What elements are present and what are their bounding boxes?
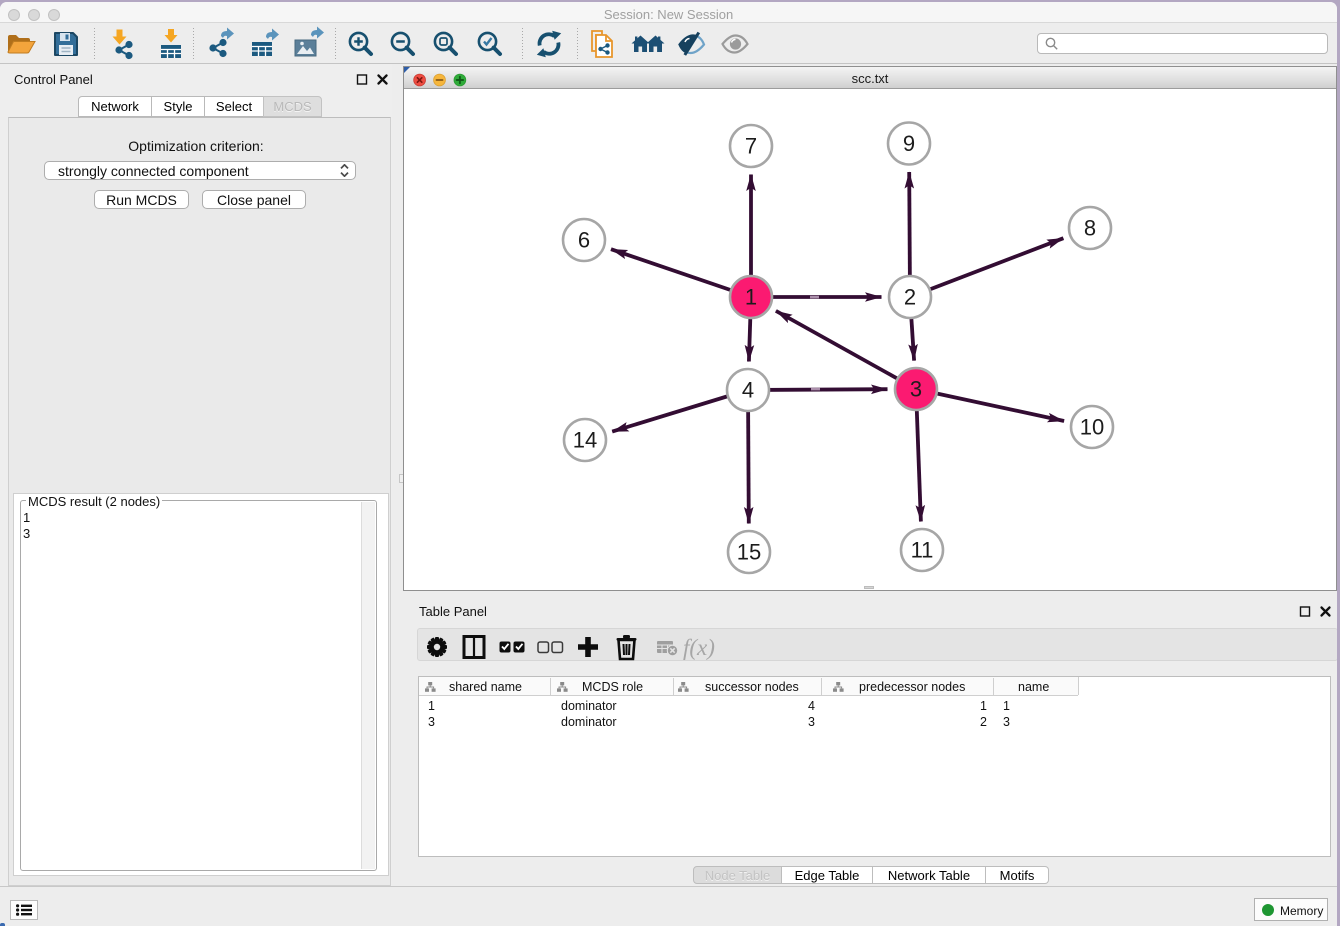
- svg-text:10: 10: [1080, 415, 1104, 440]
- svg-text:9: 9: [903, 131, 915, 156]
- svg-text:f(x): f(x): [683, 635, 715, 660]
- svg-text:name: name: [1018, 680, 1049, 694]
- svg-text:4: 4: [742, 378, 754, 403]
- svg-text:1: 1: [745, 285, 757, 310]
- svg-text:11: 11: [911, 538, 934, 563]
- svg-text:shared name: shared name: [449, 680, 522, 694]
- svg-text:3: 3: [910, 377, 922, 402]
- svg-text:15: 15: [737, 540, 761, 565]
- svg-text:7: 7: [745, 134, 757, 159]
- svg-text:8: 8: [1084, 216, 1096, 241]
- svg-text:2: 2: [904, 285, 916, 310]
- svg-text:successor nodes: successor nodes: [705, 680, 799, 694]
- svg-text:MCDS role: MCDS role: [582, 680, 643, 694]
- svg-text:predecessor nodes: predecessor nodes: [859, 680, 965, 694]
- svg-text:6: 6: [578, 228, 590, 253]
- svg-text:14: 14: [573, 428, 597, 453]
